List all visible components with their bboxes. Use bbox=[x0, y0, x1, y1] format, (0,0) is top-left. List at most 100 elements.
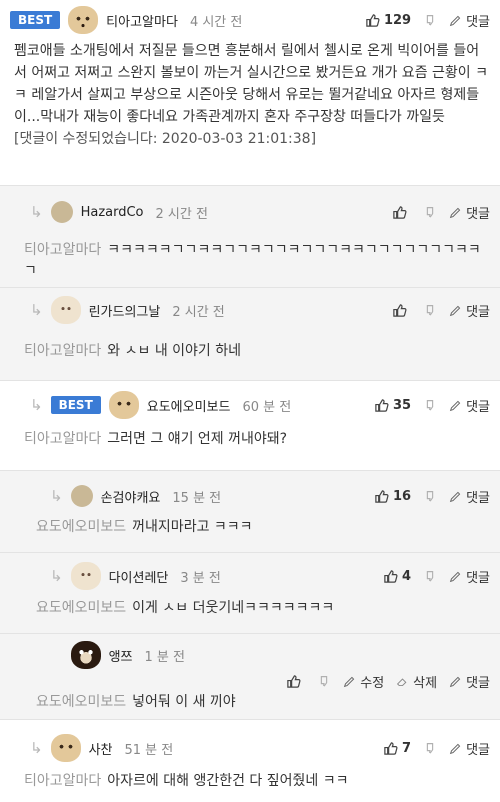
dislike-button[interactable] bbox=[423, 489, 437, 503]
author-name[interactable]: 요도에오미보드 bbox=[147, 396, 231, 415]
dislike-button[interactable] bbox=[423, 205, 437, 219]
mention[interactable]: 티아고알마다 bbox=[24, 343, 101, 359]
like-count: 16 bbox=[392, 488, 412, 504]
comment-body: 요도에오미보드 꺼내지마라고 ㅋㅋㅋ bbox=[36, 517, 486, 538]
author-name[interactable]: 사찬 bbox=[89, 739, 113, 758]
reply-button[interactable]: 댓글 bbox=[449, 396, 490, 415]
reply-button[interactable]: 댓글 bbox=[449, 567, 490, 586]
pencil-icon bbox=[449, 304, 462, 317]
comment-body: 요도에오미보드 넣어둬 이 새 끼야 bbox=[36, 692, 486, 713]
edited-notice: [댓글이 수정되었습니다: 2020-03-03 21:01:38] bbox=[14, 131, 317, 147]
reply-button[interactable]: 댓글 bbox=[449, 672, 490, 691]
comment-text: 이게 ㅅㅂ 더웃기네ㅋㅋㅋㅋㅋㅋㅋ bbox=[132, 600, 335, 616]
timestamp: 51 분 전 bbox=[124, 742, 174, 758]
mention[interactable]: 요도에오미보드 bbox=[36, 519, 126, 535]
reply-arrow-icon: ↳ bbox=[50, 487, 63, 505]
comment-best: ↳ BEST 요도에오미보드 60 분 전 35 댓글 티아고알마다 그러면 그 … bbox=[0, 381, 500, 471]
thumbs-down-icon bbox=[423, 741, 437, 755]
reply-button[interactable]: 댓글 bbox=[449, 203, 490, 222]
comment-body: 티아고알마다 ㅋㅋㅋㅋㅋㄱㄱㅋㅋㄱㄱㅋㄱㄱㅋㄱㄱㄱㅋㅋㄱㄱㄱㄱㄱㄱㄱㅋㅋ ㄱ bbox=[24, 240, 486, 282]
like-button[interactable] bbox=[286, 674, 305, 689]
pencil-icon bbox=[449, 399, 462, 412]
reply-button[interactable]: 댓글 bbox=[449, 487, 490, 506]
like-button[interactable] bbox=[392, 205, 411, 220]
comment-body: 티아고알마다 와 ㅅㅂ 내 이야기 하네 bbox=[24, 341, 486, 362]
reply-label: 댓글 bbox=[466, 304, 490, 320]
author-name[interactable]: 티아고알마다 bbox=[106, 11, 178, 30]
author-name[interactable]: HazardCo bbox=[81, 205, 144, 220]
pencil-icon bbox=[449, 742, 462, 755]
avatar[interactable] bbox=[70, 562, 101, 590]
author-name[interactable]: 다이션레단 bbox=[109, 567, 169, 586]
like-button[interactable]: 129 bbox=[365, 13, 411, 28]
avatar[interactable] bbox=[68, 6, 99, 34]
mention[interactable]: 티아고알마다 bbox=[24, 431, 101, 447]
dislike-button[interactable] bbox=[423, 13, 437, 27]
avatar[interactable] bbox=[50, 734, 81, 762]
dislike-button[interactable] bbox=[423, 741, 437, 755]
reply-arrow-icon: ↳ bbox=[30, 301, 43, 319]
author-name[interactable]: 손검야캐요 bbox=[101, 487, 161, 506]
like-button[interactable] bbox=[392, 303, 411, 318]
avatar[interactable] bbox=[70, 641, 101, 669]
comment-body: 요도에오미보드 이게 ㅅㅂ 더웃기네ㅋㅋㅋㅋㅋㅋㅋ bbox=[36, 598, 486, 619]
like-count: 4 bbox=[402, 568, 412, 584]
reply-label: 댓글 bbox=[466, 399, 490, 415]
thumbs-down-icon bbox=[423, 489, 437, 503]
timestamp: 1 분 전 bbox=[144, 649, 185, 665]
reply-label: 댓글 bbox=[466, 570, 490, 586]
delete-button[interactable]: 삭제 bbox=[396, 672, 437, 691]
comment-body: 티아고알마다 그러면 그 얘기 언제 꺼내야돼? bbox=[24, 429, 486, 450]
reply-button[interactable]: 댓글 bbox=[449, 739, 490, 758]
thumbs-down-icon bbox=[423, 398, 437, 412]
avatar[interactable] bbox=[70, 485, 93, 507]
avatar[interactable] bbox=[50, 296, 81, 324]
reply-button[interactable]: 댓글 bbox=[449, 11, 490, 30]
thumbs-up-icon bbox=[392, 303, 407, 318]
dislike-button[interactable] bbox=[423, 398, 437, 412]
post-body: 펨코애들 소개팅에서 저질문 들으면 흥분해서 릴에서 첼시로 온게 빅이어를 … bbox=[14, 40, 490, 150]
avatar[interactable] bbox=[50, 201, 73, 223]
author-name[interactable]: 앵쯔 bbox=[109, 646, 133, 665]
edit-button[interactable]: 수정 bbox=[343, 672, 384, 691]
mention[interactable]: 티아고알마다 bbox=[24, 773, 101, 789]
reply-label: 댓글 bbox=[466, 742, 490, 758]
best-post: BEST 티아고알마다 4 시간 전 129 댓글 펨코애들 소개팅에서 저질문… bbox=[0, 0, 500, 186]
timestamp: 60 분 전 bbox=[242, 399, 292, 415]
thumbs-down-icon bbox=[317, 674, 331, 688]
like-count: 129 bbox=[383, 12, 412, 28]
like-button[interactable]: 4 bbox=[383, 569, 411, 584]
dislike-button[interactable] bbox=[317, 674, 331, 688]
thumbs-up-icon bbox=[392, 205, 407, 220]
mention[interactable]: 요도에오미보드 bbox=[36, 694, 126, 710]
comment: ↳ 사찬 51 분 전 7 댓글 티아고알마다 아자르에 대해 앵간한건 다 짚어… bbox=[0, 720, 500, 802]
like-button[interactable]: 7 bbox=[383, 741, 411, 756]
like-button[interactable]: 35 bbox=[374, 398, 411, 413]
pencil-icon bbox=[449, 570, 462, 583]
reply-label: 댓글 bbox=[466, 14, 490, 30]
mention[interactable]: 티아고알마다 bbox=[24, 242, 101, 258]
like-count: 7 bbox=[402, 740, 412, 756]
like-button[interactable]: 16 bbox=[374, 489, 411, 504]
thumbs-down-icon bbox=[423, 13, 437, 27]
thumbs-down-icon bbox=[423, 569, 437, 583]
timestamp: 15 분 전 bbox=[172, 490, 222, 506]
reply-button[interactable]: 댓글 bbox=[449, 301, 490, 320]
reply-arrow-icon: ↳ bbox=[50, 567, 63, 585]
pencil-icon bbox=[449, 490, 462, 503]
edit-icon bbox=[343, 675, 356, 688]
dislike-button[interactable] bbox=[423, 569, 437, 583]
comment-text: 꺼내지마라고 ㅋㅋㅋ bbox=[132, 519, 253, 535]
avatar[interactable] bbox=[108, 391, 139, 419]
author-name[interactable]: 린가드의그날 bbox=[89, 301, 161, 320]
comment: ↳ 앵쯔 1 분 전 수정 삭제 댓글 요도에오미보드넣어둬 이 새 끼야 bbox=[0, 634, 500, 720]
comment: ↳ HazardCo 2 시간 전 댓글 티아고알마다 ㅋㅋㅋㅋㅋㄱㄱㅋㅋㄱㄱㅋㄱ… bbox=[0, 186, 500, 288]
thumbs-up-icon bbox=[286, 674, 301, 689]
comment: ↳ 린가드의그날 2 시간 전 댓글 티아고알마다 와 ㅅㅂ 내 이야기 하네 bbox=[0, 288, 500, 381]
mention[interactable]: 요도에오미보드 bbox=[36, 600, 126, 616]
comment-text: 아자르에 대해 앵간한건 다 짚어줬네 ㅋㅋ bbox=[107, 773, 349, 789]
dislike-button[interactable] bbox=[423, 303, 437, 317]
comment-text: 와 ㅅㅂ 내 이야기 하네 bbox=[107, 343, 242, 359]
thumbs-up-icon bbox=[374, 489, 389, 504]
delete-label: 삭제 bbox=[413, 675, 438, 691]
